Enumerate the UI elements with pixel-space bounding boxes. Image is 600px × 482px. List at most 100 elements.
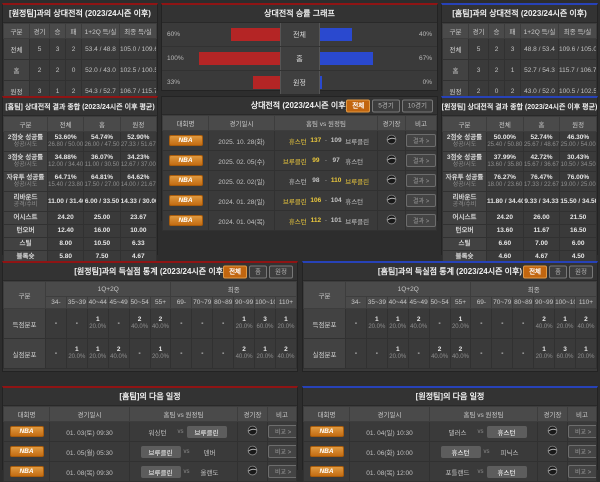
stat-home: 76.47%17.33 / 22.67 <box>523 172 560 192</box>
winrate-row-label: 전체 <box>280 23 320 46</box>
dist-count: 2 <box>451 346 471 354</box>
stat-label: 턴오버 <box>443 225 487 238</box>
filter-button-all[interactable]: 전체 <box>223 265 247 278</box>
dist-pct: 20.0% <box>67 354 87 361</box>
stadium-icon[interactable] <box>547 425 558 436</box>
vs-label: vs <box>184 449 190 455</box>
stadium-icon[interactable] <box>247 465 258 476</box>
dist-pct: 20.0% <box>276 324 296 331</box>
league-cell: NBA <box>163 151 209 171</box>
result-button[interactable]: 결과 > <box>406 154 436 167</box>
cell-games: 2 <box>30 60 50 81</box>
compare-button[interactable]: 비교 > <box>268 425 297 438</box>
game-row: NBA 2025. 10. 28(화) 휴스턴 137 - 109 브루클린 결… <box>163 131 437 151</box>
filter-button-away[interactable]: 원정 <box>269 265 293 278</box>
dist-pct: 40.0% <box>276 354 296 361</box>
stat-away-main: 30.43% <box>560 154 596 162</box>
stadium-icon[interactable] <box>547 445 558 456</box>
pts-filter-buttons: 전체 홈 원정 <box>521 265 593 278</box>
stadium-icon[interactable] <box>386 214 397 225</box>
h2h-away-body: 전체 5 3 2 53.4 / 48.8 105.0 / 109.6 홈 2 2… <box>4 39 157 102</box>
score-separator: - <box>325 217 327 224</box>
column-header: 원정 <box>120 117 156 132</box>
stadium-icon[interactable] <box>547 465 558 476</box>
stat-home-main: 9.33 / 34.33 <box>524 198 560 206</box>
stat-all-main: 76.27% <box>487 174 523 182</box>
pts-vs-home-body: 득점분포 - 120.0% 120.0% 240.0% - 120.0% - -… <box>304 309 597 369</box>
note-cell: 비교 > <box>568 422 597 442</box>
league-badge: NBA <box>169 135 203 146</box>
dist-pct: 20.0% <box>88 324 108 331</box>
compare-button[interactable]: 비교 > <box>568 425 597 438</box>
stat-sub-label: 성공/시도 <box>4 182 47 189</box>
column-header: 경기장 <box>238 407 268 422</box>
result-button[interactable]: 결과 > <box>406 134 436 147</box>
stadium-icon[interactable] <box>386 134 397 145</box>
away-winrate-pct: 0% <box>400 79 437 86</box>
dist-cell: 240.0% <box>108 339 129 369</box>
range-header-row: 34- 35~39 40~44 45~49 50~54 55+ 69- 70~7… <box>4 297 297 309</box>
stat-home: 52.74%25.67 / 48.67 <box>523 132 560 152</box>
range-header: 50~54 <box>129 297 150 309</box>
filter-button-all[interactable]: 전체 <box>523 265 547 278</box>
dist-count: 3 <box>255 316 275 324</box>
home-summary-body: 2점슛 성공률성공/시도 53.60%26.80 / 50.00 54.74%2… <box>4 132 157 277</box>
stat-home-main: 4.67 <box>524 253 560 261</box>
dist-pct: 20.0% <box>367 324 387 331</box>
home-team-score: 106 <box>310 197 322 204</box>
dist-pct: 40.0% <box>130 324 150 331</box>
panel-pts-vs-home: [홈팀]과의 득실점 통계 (2023/24시즌 이후) 전체 홈 원정 구분 … <box>302 261 598 372</box>
panel-title: 상대전적 승률 그래프 <box>162 5 437 23</box>
column-header: 1+2Q 득/실 <box>521 24 559 39</box>
stat-all-main: 37.99% <box>487 154 523 162</box>
stat-row: 리바운드공격/수비 11.80 / 34.40 9.33 / 34.33 15.… <box>443 192 597 212</box>
stat-name: 턴오버 <box>4 227 47 235</box>
dist-count: 1 <box>555 316 575 324</box>
dist-pct: 20.0% <box>388 324 408 331</box>
match: 휴스턴 112 - 101 브루클린 <box>275 216 377 226</box>
stat-home: 26.00 <box>523 212 560 225</box>
match-cell: 휴스턴 112 - 101 브루클린 <box>275 211 378 231</box>
compare-button[interactable]: 비교 > <box>268 445 297 458</box>
result-button[interactable]: 결과 > <box>406 214 436 227</box>
panel-h2h-vs-away: [원정팀]과의 상대전적 (2023/24시즌 이후) 구분 경기 승 패 1+… <box>2 3 158 91</box>
column-header: 패 <box>505 24 521 39</box>
filter-button-all[interactable]: 전체 <box>346 99 370 112</box>
stat-all-sub: 25.40 / 50.80 <box>487 142 523 149</box>
stadium-icon[interactable] <box>386 194 397 205</box>
filter-button-away[interactable]: 원정 <box>569 265 593 278</box>
dist-cell: 240.0% <box>429 339 450 369</box>
row-label: 홈 <box>4 60 30 81</box>
stadium-icon[interactable] <box>386 174 397 185</box>
stat-away-sub: 12.67 / 37.00 <box>121 162 156 169</box>
filter-button-5games[interactable]: 5경기 <box>372 99 400 112</box>
winrate-row: 60% 전체 40% <box>162 23 437 47</box>
result-button[interactable]: 결과 > <box>406 174 436 187</box>
stat-away: 64.62%14.00 / 21.67 <box>120 172 156 192</box>
stat-home: 11.67 <box>523 225 560 238</box>
venue-cell <box>378 211 406 231</box>
stadium-icon[interactable] <box>247 425 258 436</box>
stat-home: 9.33 / 34.33 <box>523 192 560 212</box>
column-header: 구분 <box>4 282 46 309</box>
filter-button-home[interactable]: 홈 <box>549 265 567 278</box>
dist-count: - <box>46 350 66 358</box>
dist-cell: - <box>492 339 513 369</box>
score-separator: - <box>325 197 327 204</box>
stadium-icon[interactable] <box>386 154 397 165</box>
panel-title: [원정팀] 상대전적 결과 종합 (2023/24시즌 이후 평균) <box>442 98 597 116</box>
stadium-icon[interactable] <box>247 445 258 456</box>
stat-all-main: 13.60 <box>487 227 523 235</box>
dist-cell: - <box>66 309 87 339</box>
stat-away-main: 16.50 <box>560 227 596 235</box>
home-team-name: 브루클린 <box>141 446 181 458</box>
dist-count: - <box>346 320 366 328</box>
away-winrate-bar <box>320 52 374 65</box>
filter-button-10games[interactable]: 10경기 <box>402 99 433 112</box>
stat-name: 자유투 성공률 <box>4 174 47 182</box>
filter-button-home[interactable]: 홈 <box>249 265 267 278</box>
result-button[interactable]: 결과 > <box>406 194 436 207</box>
away-winrate-bar <box>320 76 322 89</box>
home-team-name: 브루클린 <box>275 196 307 206</box>
compare-button[interactable]: 비교 > <box>568 445 597 458</box>
